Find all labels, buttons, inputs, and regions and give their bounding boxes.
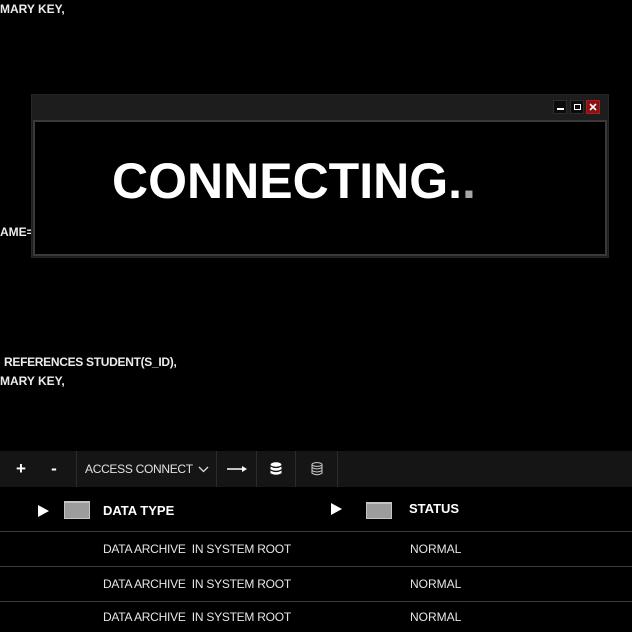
status-cell: NORMAL xyxy=(410,542,462,556)
connecting-status: CONNECTING.. xyxy=(112,156,476,206)
database-outline-button[interactable] xyxy=(296,451,337,487)
column-thumbnail-icon xyxy=(64,501,90,519)
toolbar: + - ACCESS CONNECT xyxy=(0,451,632,487)
status-text: CONNECTING xyxy=(112,153,449,209)
connecting-dialog: CONNECTING.. xyxy=(31,94,609,258)
toolbar-divider xyxy=(337,451,338,487)
code-line: MARY KEY, xyxy=(0,374,65,388)
data-type-cell: DATA ARCHIVE IN SYSTEM ROOT xyxy=(103,577,291,591)
minimize-button[interactable] xyxy=(553,100,567,114)
table-row[interactable]: DATA ARCHIVE IN SYSTEM ROOT NORMAL xyxy=(0,567,632,602)
column-thumbnail-icon xyxy=(366,502,392,519)
maximize-icon xyxy=(573,104,581,110)
loading-dot: . xyxy=(462,153,476,209)
add-button[interactable]: + xyxy=(8,451,34,487)
play-triangle-icon[interactable] xyxy=(38,505,49,517)
connection-dropdown[interactable]: ACCESS CONNECT xyxy=(77,451,216,487)
maximize-button[interactable] xyxy=(570,100,584,114)
table-header: DATA TYPE STATUS xyxy=(0,487,632,532)
database-outline-icon xyxy=(311,462,322,476)
table-row[interactable]: DATA ARCHIVE IN SYSTEM ROOT NORMAL xyxy=(0,532,632,567)
loading-dot: . xyxy=(448,153,463,209)
table-row[interactable]: DATA ARCHIVE IN SYSTEM ROOT NORMAL xyxy=(0,602,632,632)
data-type-cell: DATA ARCHIVE IN SYSTEM ROOT xyxy=(103,542,291,556)
arrow-right-icon xyxy=(226,466,247,472)
connect-arrow-button[interactable] xyxy=(217,451,256,487)
chevron-down-icon xyxy=(198,466,209,473)
status-cell: NORMAL xyxy=(410,610,462,624)
connection-dropdown-value: ACCESS CONNECT xyxy=(85,462,193,476)
database-button[interactable] xyxy=(257,451,295,487)
code-line: MARY KEY, xyxy=(0,2,65,16)
app-screen: MARY KEY, AME=' REFERENCES STUDENT(S_ID)… xyxy=(0,0,632,632)
data-type-cell: DATA ARCHIVE IN SYSTEM ROOT xyxy=(103,610,291,624)
close-icon xyxy=(589,103,597,111)
close-button[interactable] xyxy=(586,100,600,114)
code-line: REFERENCES STUDENT(S_ID), xyxy=(4,355,177,369)
remove-button[interactable]: - xyxy=(41,451,67,487)
database-icon xyxy=(270,462,282,475)
column-header-status[interactable]: STATUS xyxy=(409,487,459,531)
minimize-icon xyxy=(556,107,564,110)
column-header-data-type[interactable]: DATA TYPE xyxy=(103,487,174,535)
play-triangle-icon[interactable] xyxy=(331,503,342,515)
status-cell: NORMAL xyxy=(410,577,462,591)
